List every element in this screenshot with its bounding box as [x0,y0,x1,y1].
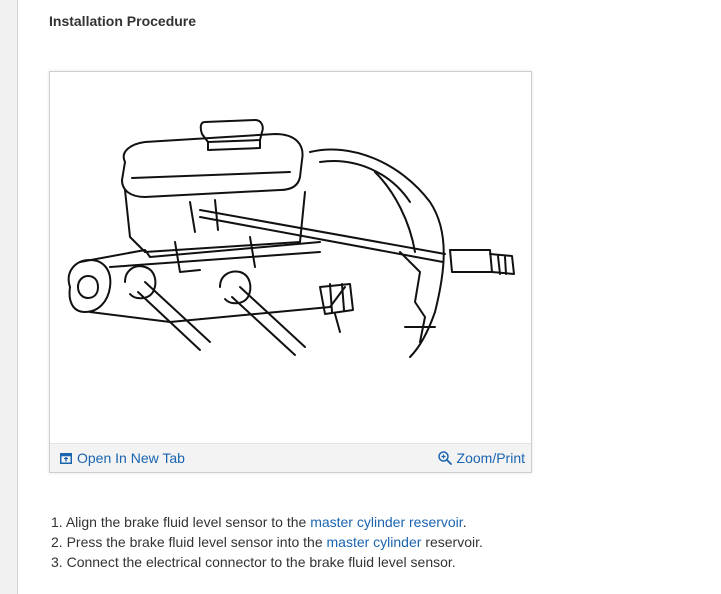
master-cylinder-reservoir-link[interactable]: master cylinder reservoir [310,514,463,530]
open-in-new-tab-link[interactable]: Open In New Tab [60,450,185,466]
open-in-new-tab-icon [60,452,72,464]
procedure-steps: 1. Align the brake fluid level sensor to… [51,512,483,572]
brake-master-cylinder-illustration [67,119,515,358]
step-item: 3. Connect the electrical connector to t… [51,554,456,570]
open-in-new-tab-label: Open In New Tab [77,450,185,466]
page-content: Installation Procedure Open In New Tab Z… [18,0,721,594]
figure-container: Open In New Tab Zoom/Print [49,71,532,473]
master-cylinder-link[interactable]: master cylinder [327,534,422,550]
section-heading: Installation Procedure [49,13,197,29]
step-item: 1. Align the brake fluid level sensor to… [51,514,467,530]
zoom-print-label: Zoom/Print [456,450,525,466]
zoom-print-link[interactable]: Zoom/Print [437,450,525,466]
figure-toolbar: Open In New Tab Zoom/Print [50,443,531,472]
step-item: 2. Press the brake fluid level sensor in… [51,534,483,550]
zoom-icon [437,451,452,465]
left-rail [0,0,18,594]
